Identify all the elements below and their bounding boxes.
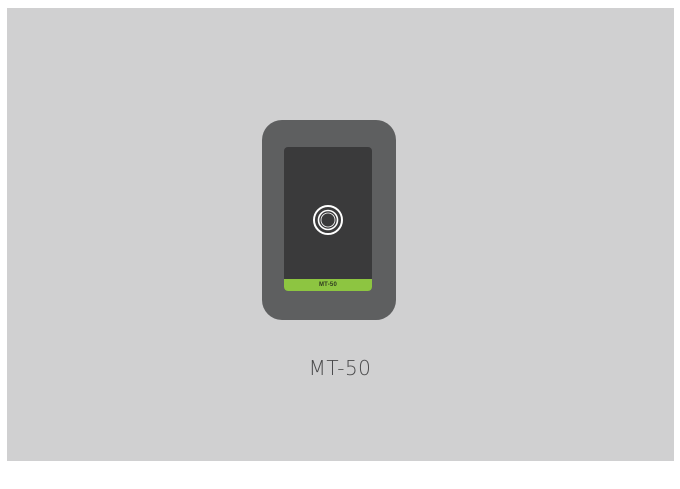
ring-button-icon	[313, 205, 343, 235]
device-face: MT-50	[284, 147, 372, 291]
model-label-strip: MT-50	[284, 279, 372, 291]
device-caption: MT-50	[308, 356, 372, 380]
